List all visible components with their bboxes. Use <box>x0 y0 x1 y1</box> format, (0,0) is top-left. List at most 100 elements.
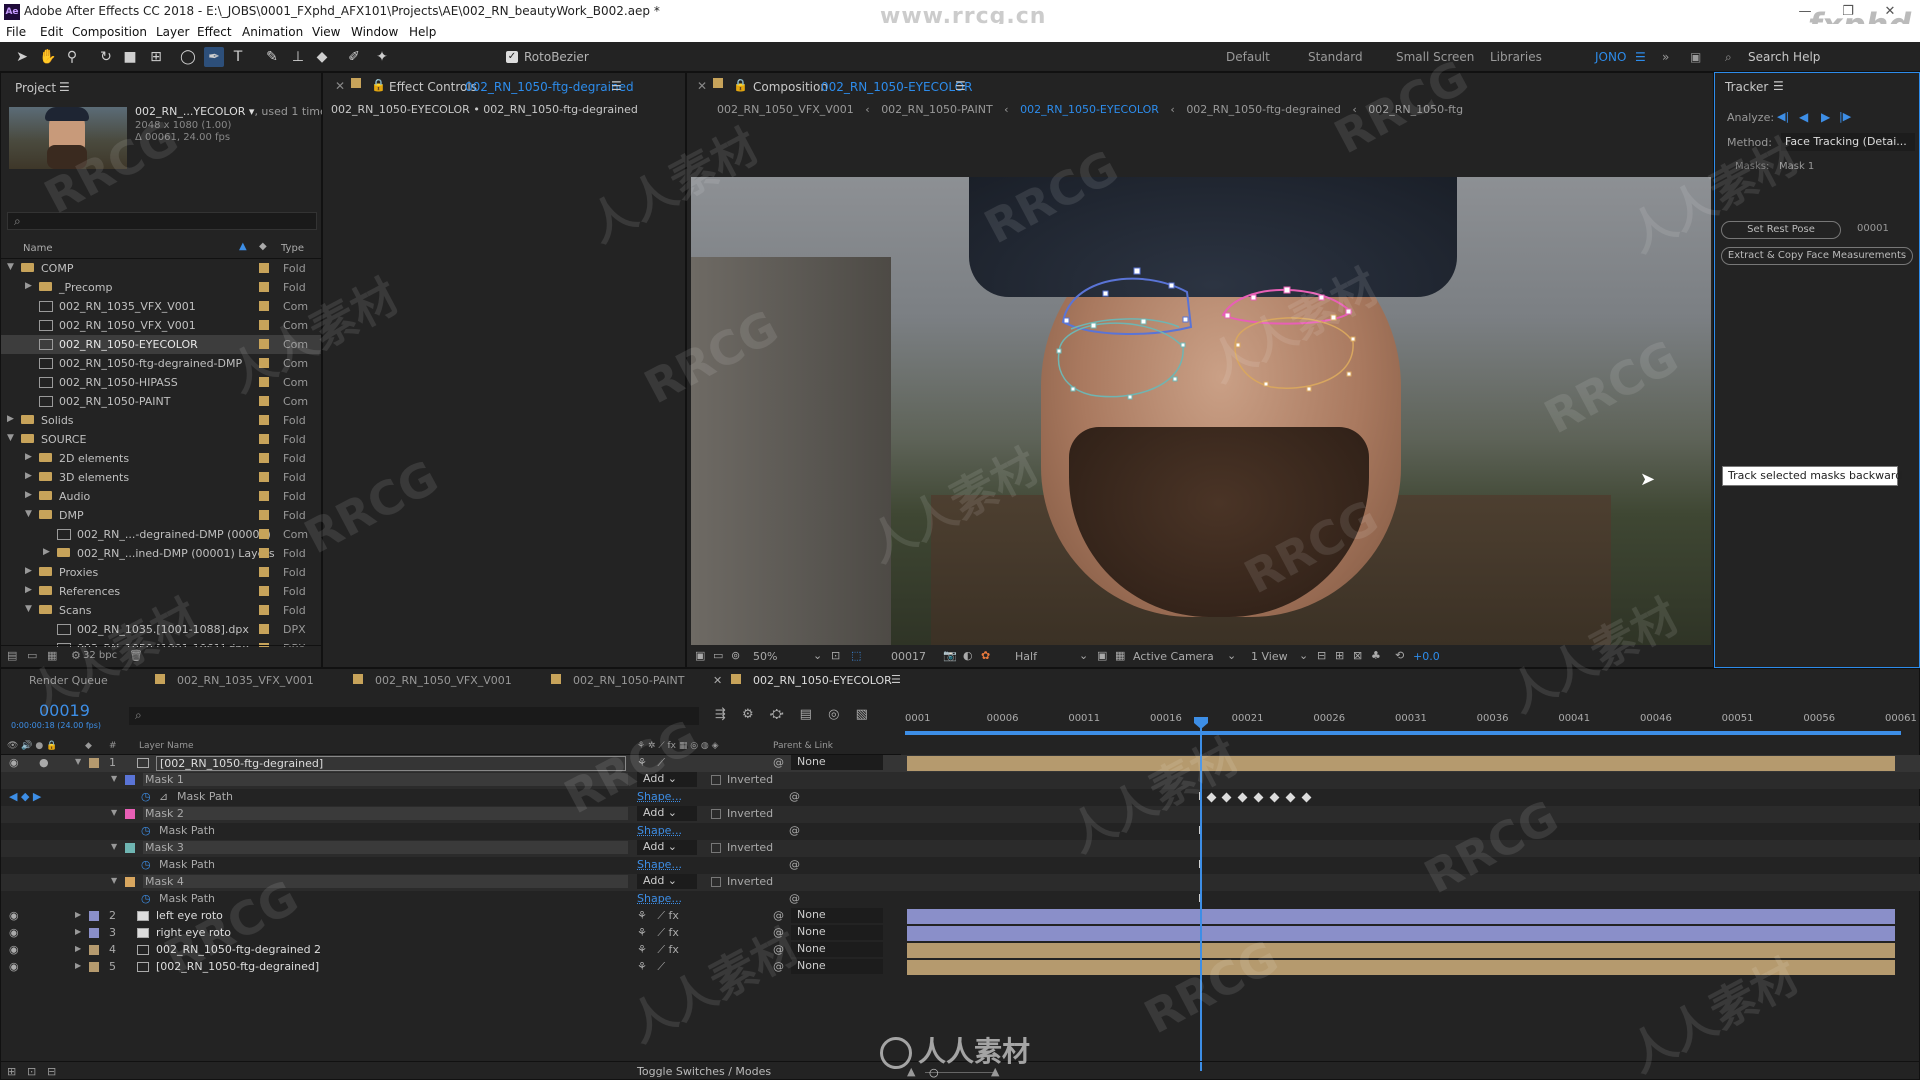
mask-shape-link[interactable]: Shape... <box>637 858 682 871</box>
work-area-bar[interactable] <box>905 731 1901 735</box>
bit-depth[interactable]: 32 bpc <box>83 650 117 661</box>
label-swatch[interactable] <box>259 396 269 406</box>
project-item[interactable]: ▼ Scans Fold <box>1 601 321 620</box>
trash-icon[interactable]: 🗑 <box>129 649 143 662</box>
expand-layer-icon[interactable]: ▶ <box>75 961 81 970</box>
layer-name[interactable]: right eye roto <box>156 926 231 939</box>
mask-shape-link[interactable]: Shape... <box>637 824 682 837</box>
col-parent[interactable]: Parent & Link <box>773 741 833 751</box>
label-swatch[interactable] <box>259 586 269 596</box>
layer-row[interactable]: ◉ ▶ 3 right eye roto ⚘ ⟋ fx @ None <box>1 925 1920 942</box>
breadcrumb-item[interactable]: 002_RN_1050-ftg-degrained <box>1186 103 1341 116</box>
effect-controls-layer[interactable]: 002_RN_1050-ftg-degrained <box>465 80 634 94</box>
mask-row[interactable]: ▼ Mask 2 Add ⌄ Inverted <box>1 806 1920 823</box>
hand-tool-icon[interactable]: ✋ <box>38 47 58 67</box>
pickwhip-icon[interactable]: @ <box>789 892 800 905</box>
project-item[interactable]: ▼ COMP Fold <box>1 259 321 278</box>
project-item[interactable]: 002_RN_1050-EYECOLOR Com <box>1 335 321 354</box>
label-swatch[interactable] <box>259 472 269 482</box>
graph-editor-icon[interactable]: ▧ <box>856 707 868 722</box>
label-swatch[interactable] <box>259 415 269 425</box>
parent-spiral-icon[interactable]: @ <box>773 960 784 973</box>
label-swatch[interactable] <box>259 320 269 330</box>
expand-mask-icon[interactable]: ▼ <box>111 808 117 817</box>
toggle-pixel-aspect-icon[interactable]: ⊟ <box>1317 649 1326 662</box>
project-item[interactable]: ▼ SOURCE Fold <box>1 430 321 449</box>
breadcrumb-item[interactable]: 002_RN_1050-PAINT <box>881 103 992 116</box>
eye-icon[interactable]: ◉ <box>9 909 19 922</box>
label-swatch[interactable] <box>259 377 269 387</box>
layer-name[interactable]: [002_RN_1050-ftg-degrained] <box>156 756 626 771</box>
stopwatch-icon[interactable]: ◷ <box>141 824 151 837</box>
tab-render-queue[interactable]: Render Queue <box>29 674 108 687</box>
rotate-tool-icon[interactable]: ↻ <box>96 47 116 67</box>
label-column-icon[interactable]: ◆ <box>259 241 267 252</box>
disclosure-triangle-icon[interactable]: ▶ <box>7 414 14 424</box>
selection-tool-icon[interactable]: ➤ <box>12 47 32 67</box>
stopwatch-icon[interactable]: ◷ <box>141 790 151 803</box>
mask-row[interactable]: ▼ Mask 1 Add ⌄ Inverted <box>1 772 1920 789</box>
layer-row[interactable]: ◉ ▶ 2 left eye roto ⚘ ⟋ fx @ None <box>1 908 1920 925</box>
expand-layer-icon[interactable]: ▼ <box>75 757 81 766</box>
pickwhip-icon[interactable]: @ <box>789 858 800 871</box>
disclosure-triangle-icon[interactable]: ▶ <box>25 471 32 481</box>
mask-name[interactable]: Mask 2 <box>143 807 628 820</box>
disclosure-triangle-icon[interactable]: ▼ <box>25 509 32 519</box>
disclosure-triangle-icon[interactable]: ▼ <box>7 262 14 272</box>
menu-window[interactable]: Window <box>351 25 398 39</box>
workspace-active[interactable]: JONO <box>1595 50 1626 64</box>
mask-name[interactable]: Mask 1 <box>143 773 628 786</box>
layer-duration-bar[interactable] <box>907 943 1895 958</box>
eye-icon[interactable]: ◉ <box>9 943 19 956</box>
project-item[interactable]: ▶ _Precomp Fold <box>1 278 321 297</box>
mask-color-swatch[interactable] <box>125 809 135 819</box>
menu-view[interactable]: View <box>312 25 340 39</box>
label-swatch[interactable] <box>259 548 269 558</box>
fit-icon[interactable]: ⊡ <box>831 649 840 662</box>
expand-mask-icon[interactable]: ▼ <box>111 774 117 783</box>
flowchart-icon[interactable]: ♣ <box>1371 649 1381 662</box>
current-frame[interactable]: 00019 <box>39 701 90 720</box>
parent-spiral-icon[interactable]: @ <box>773 943 784 956</box>
parent-spiral-icon[interactable]: @ <box>773 926 784 939</box>
more-workspaces-icon[interactable]: » <box>1662 50 1669 64</box>
project-item[interactable]: 002_RN_1035.[1001-1088].dpx DPX <box>1 620 321 639</box>
motion-blur-icon[interactable]: ◎ <box>828 707 839 722</box>
project-item[interactable]: 002_RN_1050-PAINT Com <box>1 392 321 411</box>
breadcrumb-item[interactable]: 002_RN_1050_VFX_V001 <box>717 103 854 116</box>
comp-lock-icon[interactable]: 🔒 <box>733 78 748 92</box>
mask-mode-dropdown[interactable]: Add ⌄ <box>637 806 697 821</box>
col-name[interactable]: Name <box>23 243 53 254</box>
expand-stretch-icon[interactable]: ⊟ <box>47 1065 56 1078</box>
effect-panel-menu-icon[interactable]: ☰ <box>611 79 622 93</box>
workspace-menu-icon[interactable]: ☰ <box>1635 50 1646 64</box>
camera-tool-icon[interactable]: ■ <box>120 47 140 67</box>
tab-comp[interactable]: 002_RN_1050_VFX_V001 <box>375 674 512 687</box>
disclosure-triangle-icon[interactable]: ▼ <box>25 604 32 614</box>
mask-visibility-icon[interactable]: ⊚ <box>731 649 740 662</box>
label-swatch[interactable] <box>259 453 269 463</box>
project-item[interactable]: 002_RN_1050-ftg-degrained-DMP Com <box>1 354 321 373</box>
breadcrumb-item[interactable]: 002_RN_1050-ftg <box>1368 103 1463 116</box>
effect-controls-title[interactable]: Effect Controls <box>389 80 477 94</box>
col-type[interactable]: Type <box>281 243 304 254</box>
layer-switches[interactable]: ⚘ ⟋ fx <box>637 943 679 957</box>
draft-3d-icon[interactable]: ⚙ <box>742 707 754 722</box>
current-time-display[interactable]: 00017 <box>891 650 926 663</box>
layer-switches[interactable]: ⚘ ⟋ fx <box>637 909 679 923</box>
project-item[interactable]: 002_RN_1050_VFX_V001 Com <box>1 316 321 335</box>
keyframe-icon[interactable] <box>1206 792 1217 803</box>
project-panel-title[interactable]: Project <box>15 81 56 95</box>
keyframe-icon[interactable] <box>1221 792 1232 803</box>
title-safe-icon[interactable]: ⬚ <box>851 649 861 662</box>
snapshot-icon[interactable]: 📷 <box>943 649 957 662</box>
camera-dropdown[interactable]: Active Camera <box>1133 650 1214 663</box>
layer-duration-bar[interactable] <box>907 960 1895 975</box>
layer-label-swatch[interactable] <box>89 928 99 938</box>
exposure-value[interactable]: +0.0 <box>1413 650 1440 663</box>
interpret-footage-icon[interactable]: ▤ <box>7 649 17 662</box>
label-swatch[interactable] <box>259 624 269 634</box>
project-item[interactable]: ▶ Proxies Fold <box>1 563 321 582</box>
view-chevron-icon[interactable]: ⌄ <box>1299 649 1308 662</box>
expand-layer-switches-icon[interactable]: ⊞ <box>7 1065 16 1078</box>
